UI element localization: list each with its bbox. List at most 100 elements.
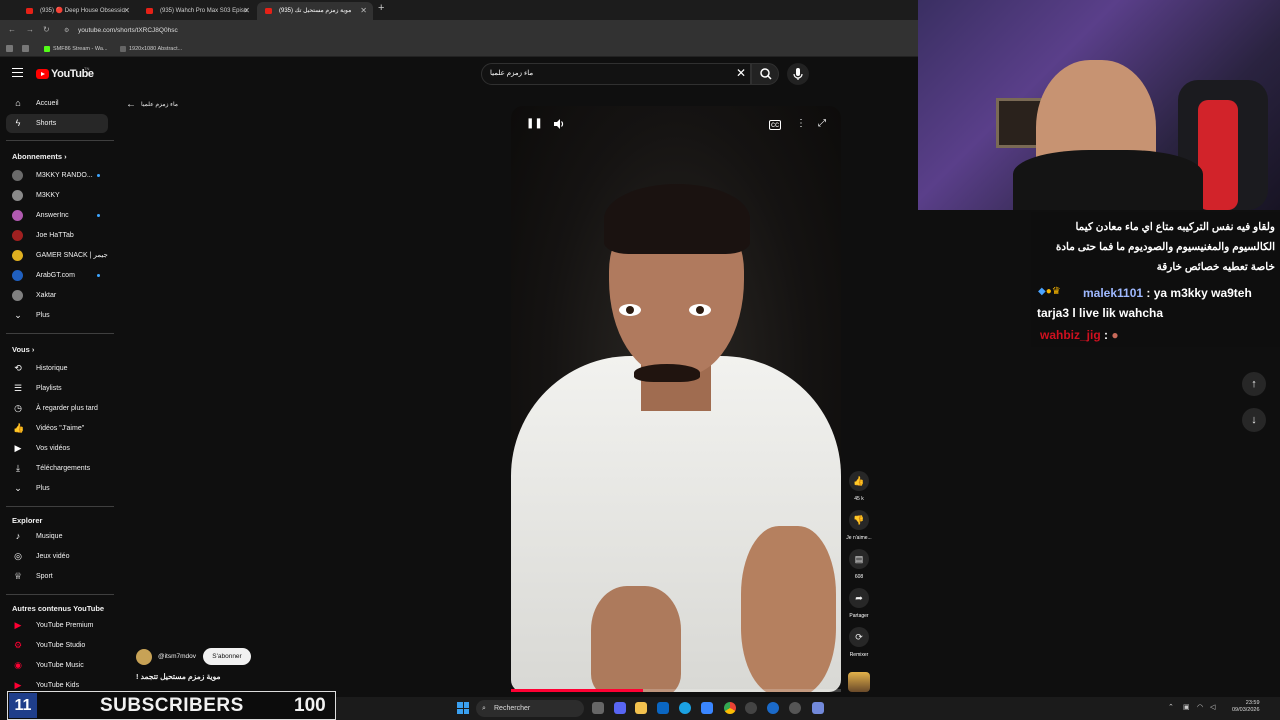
sidebar-item-history[interactable]: ⟲ Historique xyxy=(6,359,108,378)
sidebar-item-subscription[interactable]: Xaktar xyxy=(6,286,108,305)
system-clock[interactable]: 23:59 09/03/2026 xyxy=(1232,700,1260,714)
sidebar-item-label: Téléchargements xyxy=(36,465,91,472)
sidebar-item-subscription[interactable]: ArabGT.com xyxy=(6,266,108,285)
sidebar-item-liked-videos[interactable]: 👍 Vidéos "J'aime" xyxy=(6,419,108,438)
sidebar-item-subscription[interactable]: GAMER SNACK | جيمر xyxy=(6,246,108,265)
sidebar-item-more[interactable]: ⌄ Plus xyxy=(6,306,108,325)
dislike-button[interactable]: 👎 xyxy=(849,510,869,530)
chevron-down-icon: ⌄ xyxy=(14,310,22,320)
sidebar-item-your-videos[interactable]: ▶ Vos vidéos xyxy=(6,439,108,458)
forward-arrow-icon[interactable]: → xyxy=(26,25,34,34)
fullscreen-icon[interactable]: ⤢ xyxy=(818,118,826,129)
back-arrow-icon[interactable]: ← xyxy=(126,99,136,110)
subscriptions-heading[interactable]: Abonnements › xyxy=(12,152,67,161)
sidebar-item-gaming[interactable]: ◎ Jeux vidéo xyxy=(6,547,108,566)
bookmark-item[interactable]: 1920x1080 Abstract... xyxy=(120,46,182,52)
site-info-icon[interactable]: ⚙ xyxy=(64,27,69,34)
sidebar-item-playlists[interactable]: ☰ Playlists xyxy=(6,379,108,398)
close-icon[interactable]: ✕ xyxy=(123,2,130,20)
channel-name[interactable]: @itsm7mdov xyxy=(158,653,196,660)
speaker-icon[interactable]: ◁ xyxy=(1210,703,1215,711)
voice-search-button[interactable] xyxy=(787,63,809,85)
next-short-button[interactable]: ↓ xyxy=(1242,408,1266,432)
bookmark-item[interactable]: SMF86 Stream - Wa... xyxy=(44,46,108,52)
discord-icon[interactable] xyxy=(812,702,824,714)
captions-button[interactable]: cc xyxy=(769,120,781,130)
teams-icon[interactable] xyxy=(614,702,626,714)
divider xyxy=(6,506,114,507)
menu-icon[interactable] xyxy=(12,68,23,77)
browser-tab-active[interactable]: (935) موية زمزم مستحيل تك ✕ xyxy=(257,2,373,20)
wifi-icon[interactable]: ◠ xyxy=(1197,703,1203,711)
reload-icon[interactable]: ↻ xyxy=(43,25,50,34)
windows-start-icon[interactable] xyxy=(457,702,469,714)
clear-search-icon[interactable]: ✕ xyxy=(736,66,746,80)
obs-icon[interactable] xyxy=(745,702,757,714)
show-hidden-icons[interactable]: ⌃ xyxy=(1168,703,1174,711)
pause-button[interactable]: ❚❚ xyxy=(526,118,543,129)
browser-tab[interactable]: (935) 🔴 Deep House Obsessio ✕ xyxy=(18,2,136,20)
browser-tab[interactable]: (935) Wahch Pro Max S03 Episo ✕ xyxy=(138,2,256,20)
sidebar-item-subscription[interactable]: AnswerInc xyxy=(6,206,108,225)
sidebar-item-more[interactable]: ⌄ Plus xyxy=(6,479,108,498)
task-view-icon[interactable] xyxy=(592,702,604,714)
you-heading[interactable]: Vous › xyxy=(12,345,34,354)
avatar xyxy=(12,190,23,201)
sidebar-item-music[interactable]: ♪ Musique xyxy=(6,527,108,546)
file-explorer-icon[interactable] xyxy=(635,702,647,714)
sidebar-item-watch-later[interactable]: ◷ À regarder plus tard xyxy=(6,399,108,418)
search-query[interactable]: ماء زمزم علميا xyxy=(490,69,533,77)
tab-title: (935) موية زمزم مستحيل تك xyxy=(279,8,352,14)
store-icon[interactable] xyxy=(657,702,669,714)
video-title[interactable]: موية زمزم مستحيل تتجمد ! xyxy=(136,672,220,681)
like-button[interactable]: 👍 xyxy=(849,471,869,491)
trophy-icon: ♕ xyxy=(13,571,23,581)
sidebar-item-label: Musique xyxy=(36,533,63,540)
sidebar-item-youtube-music[interactable]: ◉ YouTube Music xyxy=(6,656,108,675)
previous-short-button[interactable]: ↑ xyxy=(1242,372,1266,396)
sidebar-item-subscription[interactable]: M3KKY RANDO... xyxy=(6,166,108,185)
subscribe-button[interactable]: S'abonner xyxy=(203,648,251,665)
app-tray-icon[interactable]: ▣ xyxy=(1183,703,1190,711)
sidebar-item-sport[interactable]: ♕ Sport xyxy=(6,567,108,586)
apps-icon[interactable] xyxy=(6,45,13,52)
comments-button[interactable]: ▤ xyxy=(849,549,869,569)
video-progress-bar[interactable] xyxy=(511,689,841,692)
video-frame-eye xyxy=(689,304,711,316)
sidebar-item-label: Vos vidéos xyxy=(36,445,70,452)
edge-icon[interactable] xyxy=(679,702,691,714)
volume-button[interactable] xyxy=(553,118,565,133)
mail-icon[interactable] xyxy=(701,702,713,714)
more-options-icon[interactable]: ⋮ xyxy=(796,118,806,129)
app-icon[interactable] xyxy=(789,702,801,714)
youtube-favicon-icon xyxy=(146,8,153,14)
download-icon: ⤓ xyxy=(16,463,20,473)
shorts-video-player[interactable] xyxy=(511,106,841,692)
sidebar-item-downloads[interactable]: ⤓ Téléchargements xyxy=(6,459,108,478)
back-arrow-icon[interactable]: ← xyxy=(8,25,16,34)
chrome-icon[interactable] xyxy=(724,702,736,714)
close-icon[interactable]: ✕ xyxy=(360,2,367,20)
bookmark-icon[interactable] xyxy=(22,45,29,52)
avatar[interactable] xyxy=(136,649,152,665)
sidebar-item-youtube-studio[interactable]: ⚙ YouTube Studio xyxy=(6,636,108,655)
new-tab-button[interactable]: + xyxy=(378,2,384,14)
search-button[interactable] xyxy=(751,63,779,85)
channel-thumbnail[interactable] xyxy=(848,672,870,692)
chat-message: ولقاو فيه نفس التركيبه متاع اي ماء معادن… xyxy=(1055,221,1275,273)
steam-icon[interactable] xyxy=(767,702,779,714)
taskbar-search[interactable]: ⌕ Rechercher xyxy=(476,700,584,717)
share-button[interactable]: ➦ xyxy=(849,588,869,608)
sidebar-item-subscription[interactable]: M3KKY xyxy=(6,186,108,205)
chat-message: wahbiz_jig : ● xyxy=(1040,328,1119,342)
sidebar-item-home[interactable]: ⌂ Accueil xyxy=(6,94,108,113)
close-icon[interactable]: ✕ xyxy=(243,2,250,20)
remix-button[interactable]: ⟳ xyxy=(849,627,869,647)
url-text[interactable]: youtube.com/shorts/tXRCJ8Q0hsc xyxy=(78,27,178,34)
sidebar-item-shorts[interactable]: ϟ Shorts xyxy=(6,114,108,133)
sidebar-item-label: Playlists xyxy=(36,385,62,392)
youtube-logo-icon[interactable] xyxy=(36,69,49,79)
sidebar-item-youtube-premium[interactable]: ▶ YouTube Premium xyxy=(6,616,108,635)
sidebar-item-subscription[interactable]: Joe HaTTab xyxy=(6,226,108,245)
avatar xyxy=(12,290,23,301)
